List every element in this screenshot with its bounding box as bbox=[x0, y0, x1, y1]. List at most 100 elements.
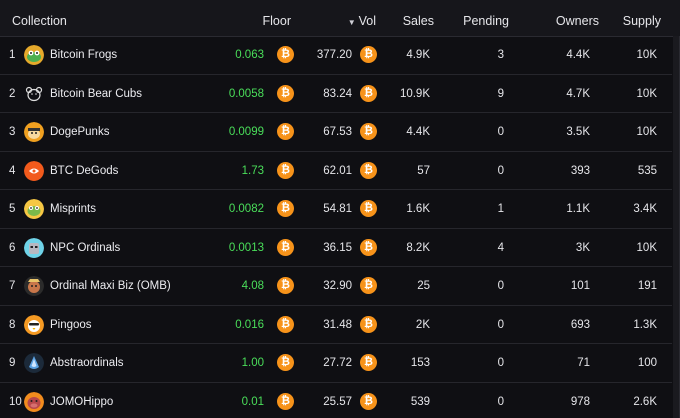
row-rank: 7 bbox=[9, 280, 16, 292]
volume-value: 83.24 bbox=[323, 87, 352, 100]
collection-name[interactable]: BTC DeGods bbox=[50, 165, 118, 177]
table-row[interactable]: 10 JOMOHippo 0.01 ₿ 25.57 ₿ 539 0 978 2.… bbox=[0, 383, 672, 418]
supply-value: 100 bbox=[637, 357, 657, 369]
owners-value: 393 bbox=[570, 164, 590, 177]
table-row[interactable]: 7 Ordinal Maxi Biz (OMB) 4.08 ₿ 32.90 ₿ … bbox=[0, 267, 672, 306]
npc-avatar-icon bbox=[24, 237, 44, 258]
frog-avatar-icon bbox=[24, 45, 44, 65]
header-supply[interactable]: Supply bbox=[623, 14, 661, 28]
table-row[interactable]: 3 DogePunks 0.0099 ₿ 67.53 ₿ 4.4K 0 3.5K… bbox=[0, 113, 672, 152]
header-vol[interactable]: ▼ Vol bbox=[348, 14, 376, 28]
header-collection[interactable]: Collection bbox=[12, 14, 67, 28]
row-rank: 3 bbox=[9, 126, 16, 138]
vertical-scrollbar[interactable] bbox=[673, 36, 679, 418]
pending-value: 4 bbox=[497, 241, 504, 254]
owners-value: 978 bbox=[570, 395, 590, 408]
floor-price: 1.00 bbox=[241, 357, 264, 369]
supply-value: 10K bbox=[636, 126, 657, 138]
bitcoin-icon: ₿ bbox=[277, 161, 294, 179]
sales-value: 4.4K bbox=[406, 126, 430, 138]
supply-value: 1.3K bbox=[633, 318, 657, 331]
sales-value: 1.6K bbox=[406, 203, 430, 215]
floor-price: 1.73 bbox=[241, 164, 264, 177]
pending-value: 0 bbox=[497, 280, 504, 292]
bitcoin-icon: ₿ bbox=[360, 238, 377, 256]
owners-value: 3K bbox=[575, 241, 590, 254]
volume-value: 32.90 bbox=[323, 280, 352, 292]
sales-value: 8.2K bbox=[406, 241, 430, 254]
sales-value: 153 bbox=[410, 357, 430, 369]
volume-value: 36.15 bbox=[323, 241, 352, 254]
volume-value: 54.81 bbox=[323, 203, 352, 215]
table-row[interactable]: 4 BTC DeGods 1.73 ₿ 62.01 ₿ 57 0 393 535 bbox=[0, 152, 672, 190]
collection-name[interactable]: Abstraordinals bbox=[50, 357, 124, 369]
bitcoin-icon: ₿ bbox=[277, 238, 294, 256]
collection-name[interactable]: Misprints bbox=[50, 203, 96, 215]
collection-name[interactable]: Bitcoin Frogs bbox=[50, 49, 117, 61]
hippo-avatar-icon bbox=[24, 391, 44, 412]
table-row[interactable]: 9 Abstraordinals 1.00 ₿ 27.72 ₿ 153 0 71… bbox=[0, 344, 672, 383]
supply-value: 3.4K bbox=[633, 203, 657, 215]
omb-avatar-icon bbox=[24, 276, 44, 296]
row-rank: 10 bbox=[9, 395, 22, 408]
volume-value: 27.72 bbox=[323, 357, 352, 369]
header-vol-label: Vol bbox=[358, 14, 376, 28]
abstraordinal-avatar-icon bbox=[24, 353, 44, 373]
collection-name[interactable]: JOMOHippo bbox=[50, 396, 113, 408]
row-rank: 1 bbox=[9, 49, 16, 61]
collections-table: Collection Floor ▼ Vol Sales Pending Owne… bbox=[0, 0, 680, 418]
floor-price: 4.08 bbox=[241, 280, 264, 292]
pending-value: 0 bbox=[497, 395, 504, 408]
owners-value: 71 bbox=[577, 357, 590, 369]
row-rank: 4 bbox=[9, 164, 16, 177]
collection-name[interactable]: Ordinal Maxi Biz (OMB) bbox=[50, 280, 171, 292]
misprint-avatar-icon bbox=[24, 199, 44, 219]
table-row[interactable]: 5 Misprints 0.0082 ₿ 54.81 ₿ 1.6K 1 1.1K… bbox=[0, 190, 672, 229]
collection-name[interactable]: DogePunks bbox=[50, 126, 109, 138]
bitcoin-icon: ₿ bbox=[360, 123, 377, 140]
supply-value: 2.6K bbox=[633, 395, 657, 408]
supply-value: 10K bbox=[636, 87, 657, 100]
header-owners[interactable]: Owners bbox=[556, 14, 599, 28]
bitcoin-icon: ₿ bbox=[277, 277, 294, 294]
sales-value: 25 bbox=[417, 280, 430, 292]
bitcoin-icon: ₿ bbox=[360, 84, 377, 102]
floor-price: 0.0099 bbox=[228, 126, 264, 138]
bear-avatar-icon bbox=[24, 83, 44, 104]
row-rank: 8 bbox=[9, 318, 16, 331]
sales-value: 2K bbox=[415, 318, 430, 331]
bitcoin-icon: ₿ bbox=[277, 315, 294, 333]
collection-name[interactable]: NPC Ordinals bbox=[50, 242, 120, 254]
row-rank: 5 bbox=[9, 203, 16, 215]
floor-price: 0.016 bbox=[235, 318, 264, 331]
sales-value: 4.9K bbox=[406, 49, 430, 61]
table-header: Collection Floor ▼ Vol Sales Pending Owne… bbox=[0, 0, 680, 37]
bitcoin-icon: ₿ bbox=[360, 392, 377, 410]
bitcoin-icon: ₿ bbox=[277, 392, 294, 410]
table-row[interactable]: 2 Bitcoin Bear Cubs 0.0058 ₿ 83.24 ₿ 10.… bbox=[0, 75, 672, 113]
volume-value: 67.53 bbox=[323, 126, 352, 138]
bitcoin-icon: ₿ bbox=[277, 123, 294, 140]
owners-value: 101 bbox=[570, 280, 590, 292]
header-floor[interactable]: Floor bbox=[263, 14, 291, 28]
pending-value: 0 bbox=[497, 126, 504, 138]
table-row[interactable]: 6 NPC Ordinals 0.0013 ₿ 36.15 ₿ 8.2K 4 3… bbox=[0, 229, 672, 267]
bitcoin-icon: ₿ bbox=[360, 354, 377, 371]
collection-name[interactable]: Bitcoin Bear Cubs bbox=[50, 88, 142, 100]
header-pending[interactable]: Pending bbox=[463, 14, 509, 28]
bitcoin-icon: ₿ bbox=[360, 161, 377, 179]
supply-value: 535 bbox=[637, 164, 657, 177]
collection-name[interactable]: Pingoos bbox=[50, 319, 92, 331]
owners-value: 693 bbox=[570, 318, 590, 331]
volume-value: 62.01 bbox=[323, 164, 352, 177]
table-row[interactable]: 8 Pingoos 0.016 ₿ 31.48 ₿ 2K 0 693 1.3K bbox=[0, 306, 672, 344]
header-sales[interactable]: Sales bbox=[403, 14, 434, 28]
sales-value: 10.9K bbox=[399, 87, 430, 100]
table-row[interactable]: 1 Bitcoin Frogs 0.063 ₿ 377.20 ₿ 4.9K 3 … bbox=[0, 36, 672, 75]
pending-value: 0 bbox=[497, 357, 504, 369]
pending-value: 0 bbox=[497, 164, 504, 177]
bitcoin-icon: ₿ bbox=[277, 354, 294, 371]
volume-value: 377.20 bbox=[316, 49, 352, 61]
pending-value: 3 bbox=[497, 49, 504, 61]
bitcoin-icon: ₿ bbox=[360, 200, 377, 217]
